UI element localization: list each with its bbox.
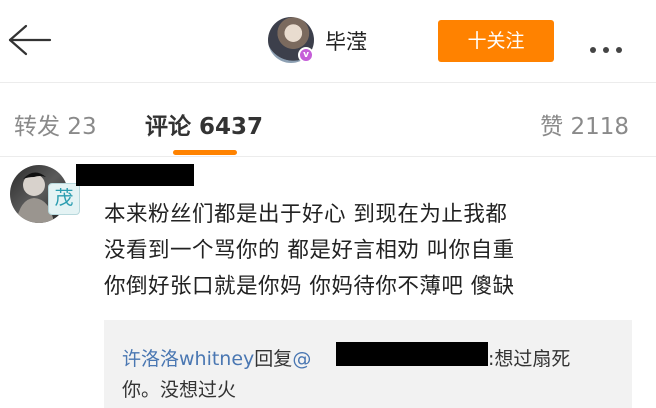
comment-line: 你倒好张口就是你妈 你妈待你不薄吧 傻缺 [104,274,515,299]
comment-line: 本来粉丝们都是出于好心 到现在为止我都 [104,202,508,227]
vip-badge-icon: v [298,47,314,63]
redacted-mention [336,342,488,366]
reply-author-link[interactable]: 许洛洛whitney [122,348,254,370]
reply-mention[interactable]: @ [292,348,311,370]
tab-bar: 转发 23 评论 6437 赞 2118 [0,83,656,155]
tab-like[interactable]: 赞 2118 [540,107,629,141]
top-bar: v 毕滢 十关注 [0,0,656,82]
more-button[interactable] [590,38,636,53]
follow-button[interactable]: 十关注 [438,20,554,62]
comment-line: 没看到一个骂你的 都是好言相劝 叫你自重 [104,238,515,263]
active-tab-indicator [173,150,237,155]
reply-text-continued: 你。没想过火 [122,379,237,401]
reply-header: 许洛洛whitney回复@ [122,344,311,371]
tab-repost[interactable]: 转发 23 [14,107,97,141]
redacted-username [76,164,194,186]
reply-verb: 回复 [254,348,293,370]
more-dot [616,47,622,53]
back-button[interactable] [4,20,52,60]
arrow-left-icon [8,24,52,56]
tab-comment[interactable]: 评论 6437 [145,107,263,141]
comment-text: 本来粉丝们都是出于好心 到现在为止我都 没看到一个骂你的 都是好言相劝 叫你自重… [104,197,644,305]
user-name[interactable]: 毕滢 [325,26,367,56]
avatar-badge: 茂 [48,183,80,215]
reply-text: :想过扇死 [488,348,571,370]
more-dot [590,47,596,53]
more-dot [603,47,609,53]
